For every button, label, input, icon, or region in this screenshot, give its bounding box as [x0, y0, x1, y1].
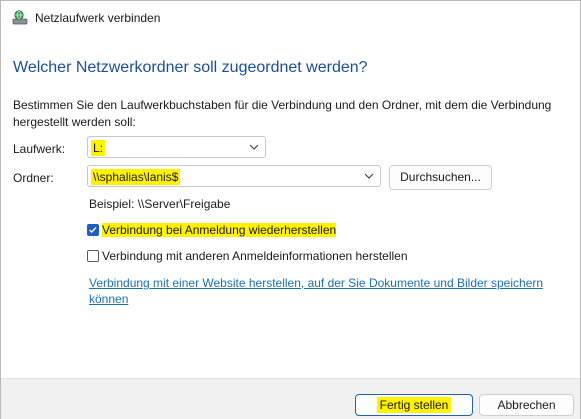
chevron-down-icon	[249, 144, 259, 150]
drive-label: Laufwerk:	[13, 142, 66, 156]
checkbox-checked[interactable]	[87, 224, 99, 236]
example-hint: Beispiel: \\Server\Freigabe	[89, 197, 231, 211]
dialog-window: Netzlaufwerk verbinden Welcher Netzwerko…	[0, 0, 581, 419]
network-drive-icon	[12, 10, 28, 25]
checkbox-reconnect-label: Verbindung bei Anmeldung wiederherstelle…	[102, 223, 337, 237]
dialog-footer: Fertig stellen Abbrechen	[1, 378, 580, 419]
cancel-button-label: Abbrechen	[497, 398, 556, 412]
website-connection-link[interactable]: Verbindung mit einer Website herstellen,…	[89, 275, 559, 307]
finish-button[interactable]: Fertig stellen	[355, 394, 473, 416]
folder-combobox[interactable]: \\sphalias\lanis$	[87, 165, 381, 187]
window-title: Netzlaufwerk verbinden	[35, 11, 161, 25]
chevron-down-icon[interactable]	[364, 172, 374, 180]
checkbox-other-credentials-label: Verbindung mit anderen Anmeldeinformatio…	[102, 249, 408, 263]
checkmark-icon	[89, 227, 97, 234]
title-bar: Netzlaufwerk verbinden	[1, 1, 580, 35]
instruction-text: Bestimmen Sie den Laufwerkbuchstaben für…	[13, 98, 552, 129]
cancel-button[interactable]: Abbrechen	[479, 394, 574, 416]
page-heading: Welcher Netzwerkordner soll zugeordnet w…	[13, 59, 368, 76]
folder-label: Ordner:	[13, 171, 54, 185]
browse-button[interactable]: Durchsuchen...	[389, 165, 492, 190]
browse-button-label: Durchsuchen...	[400, 170, 481, 184]
drive-value: L:	[91, 140, 106, 156]
checkbox-unchecked[interactable]	[87, 250, 99, 262]
drive-select[interactable]: L:	[87, 136, 266, 158]
finish-button-label: Fertig stellen	[376, 397, 452, 413]
folder-value: \\sphalias\lanis$	[91, 169, 181, 185]
